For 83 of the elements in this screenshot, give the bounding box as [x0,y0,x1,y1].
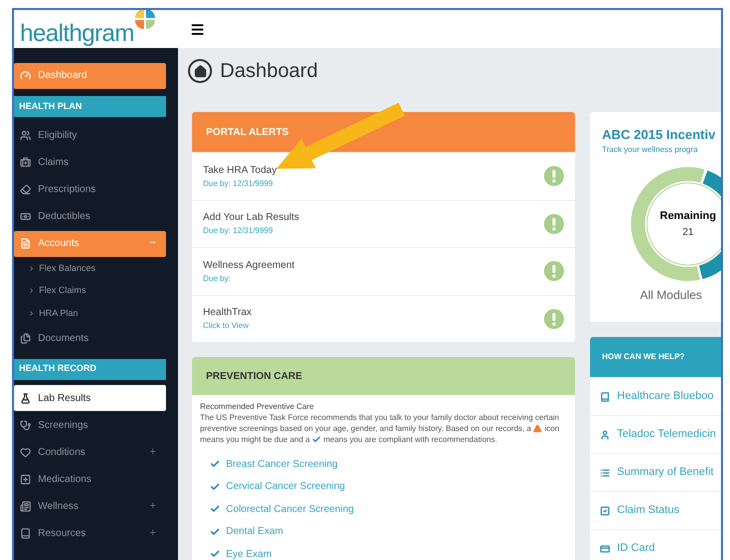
section-header: HEALTH PLAN [14,96,166,117]
help-link[interactable]: Healthcare Blueboo [617,388,714,405]
sidebar-item[interactable]: Eligibility [14,122,166,148]
check-icon [210,504,220,514]
sidebar-item[interactable]: Claims [14,150,166,176]
card-header: PORTAL ALERTS [192,112,575,152]
banknote-icon [20,211,31,222]
donut-label: Remaining [660,209,716,224]
home-icon [188,59,212,83]
page-title: Dashboard [220,59,318,84]
flask-icon [20,392,31,404]
check-icon [210,549,220,560]
sidebar-subitem[interactable]: Flex Balances [14,257,166,280]
card-title: ABC 2015 Incentiv [602,126,716,144]
card-icon [600,544,610,554]
sidebar-item[interactable]: Wellness + [14,493,166,519]
alert-title: HealthTrax [203,306,253,320]
alert-link[interactable]: Due by: [203,272,544,285]
eraser-icon [20,184,31,195]
check-icon [210,482,220,492]
menu-icon [190,22,205,36]
donut-value: 21 [682,226,694,240]
sidebar-item[interactable]: Prescriptions [14,176,166,202]
section-header: HEALTH RECORD [14,358,166,380]
check-icon [312,435,322,444]
screening-link[interactable]: Cervical Cancer Screening [226,479,345,494]
screening-link[interactable]: Eye Exam [226,546,272,560]
chevron-icon [28,264,35,272]
alert-title: Wellness Agreement [203,258,296,273]
exclamation-icon [544,214,564,234]
alert-title: Take HRA Today [203,164,278,178]
files-icon [20,332,31,344]
info-paragraph: The US Preventive Task Force recommends that you talk to your family doctor about receiving certain preventive screenings based on your age, gender, and family history. Based on our records, a icon means you might be due and a means you are compliant with recommendations. [200,412,560,445]
sidebar-subitem[interactable]: Flex Claims [14,280,166,302]
heart-icon [20,446,31,458]
people-icon [20,130,31,141]
book-icon [20,528,31,538]
exclamation-icon [544,308,564,329]
sidebar-item[interactable]: Dashboard [14,62,166,88]
exclamation-icon [544,166,564,186]
screening-link[interactable]: Breast Cancer Screening [226,456,338,472]
chart-caption: All Modules [640,287,704,304]
section-subtitle: Recommended Preventive Care [200,401,315,412]
document-icon [20,238,31,249]
sidebar-item[interactable]: Accounts − [14,230,166,256]
book-icon [600,392,610,402]
sidebar-item[interactable]: Lab Results [14,385,166,411]
sidebar-item[interactable]: Conditions + [14,439,166,465]
newspaper-icon [20,500,31,512]
help-link[interactable]: ID Card [617,540,655,557]
list-icon [600,468,610,478]
sidebar-item[interactable]: Deductibles [14,204,166,230]
plus-square-icon [20,474,31,484]
chevron-icon [28,310,35,317]
help-link[interactable]: Summary of Benefit [617,464,714,481]
check-icon [210,526,220,537]
alert-link[interactable]: Click to View [203,320,544,332]
logo-icon [134,10,156,30]
checkbox-icon [600,506,610,516]
check-icon [210,459,220,470]
logo-text: healthgram [20,22,134,46]
alert-link[interactable]: Due by: 12/31/9999 [203,225,544,238]
screening-link[interactable]: Colorectal Cancer Screening [226,502,354,517]
sidebar-item[interactable]: Screenings [14,412,166,438]
warning-icon [533,424,542,434]
help-link[interactable]: Teladoc Telemedicin [617,426,716,443]
help-link[interactable]: Claim Status [617,502,680,519]
alert-link[interactable]: Due by: 12/31/9999 [203,178,544,190]
card-header: HOW CAN WE HELP? [590,337,721,377]
sidebar-item[interactable]: Documents [14,325,166,351]
screening-link[interactable]: Dental Exam [226,524,284,540]
alert-title: Add Your Lab Results [203,211,300,226]
chevron-icon [28,287,35,294]
sidebar-item[interactable]: Resources + [14,520,166,546]
person-icon [600,430,610,440]
card-subtitle: Track your wellness progra [602,144,699,156]
gauge-icon [20,70,31,81]
sidebar-item[interactable]: Medications [14,466,166,492]
exclamation-icon [544,261,564,282]
medical-case-icon [20,157,31,168]
sidebar-subitem[interactable]: HRA Plan [14,302,166,324]
card-header: PREVENTION CARE [192,357,575,395]
stethoscope-icon [20,420,31,430]
